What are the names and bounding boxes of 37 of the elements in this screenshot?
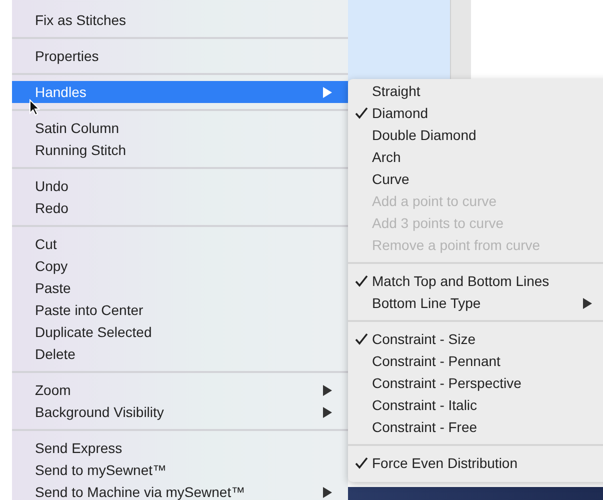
menu-item[interactable]: Running Stitch — [12, 139, 348, 161]
submenu-arrow-icon — [323, 486, 332, 498]
menu-item[interactable]: Cut — [12, 233, 348, 255]
menu-item[interactable]: Copy — [12, 255, 348, 277]
menu-item[interactable]: Paste — [12, 277, 348, 299]
menu-item[interactable]: Background Visibility — [12, 401, 348, 423]
menu-item[interactable]: Match Top and Bottom Lines — [348, 270, 603, 292]
submenu-arrow-icon — [583, 298, 592, 308]
submenu-arrow-icon — [323, 86, 332, 98]
menu-item[interactable]: Constraint - Italic — [348, 394, 603, 416]
menu-item[interactable]: Undo — [12, 175, 348, 197]
menu-item[interactable]: Double Diamond — [348, 124, 603, 146]
menu-item[interactable]: Duplicate Selected — [12, 321, 348, 343]
menu-item[interactable]: Force Even Distribution — [348, 452, 603, 474]
menu-item[interactable]: Send to Machine via mySewnet™ — [12, 481, 348, 500]
menu-item[interactable]: Constraint - Pennant — [348, 350, 603, 372]
menu-item[interactable]: Send to mySewnet™ — [12, 459, 348, 481]
menu-item[interactable]: Properties — [12, 45, 348, 67]
menu-item[interactable]: Bottom Line Type — [348, 292, 603, 314]
menu-item[interactable]: Fix as Stitches — [12, 9, 348, 31]
menu-item[interactable]: Constraint - Perspective — [348, 372, 603, 394]
menu-item[interactable]: Constraint - Free — [348, 416, 603, 438]
submenu-arrow-icon — [323, 406, 332, 418]
menu-item[interactable]: Satin Column — [12, 117, 348, 139]
menu-item[interactable]: Diamond — [348, 102, 603, 124]
menu-item[interactable]: Delete — [12, 343, 348, 365]
menu-item[interactable]: Arch — [348, 146, 603, 168]
menu-item[interactable]: Redo — [12, 197, 348, 219]
menu-item[interactable]: Send Express — [12, 437, 348, 459]
menu-item[interactable]: Paste into Center — [12, 299, 348, 321]
menu-item[interactable]: Handles — [12, 81, 348, 103]
menu-item[interactable]: Constraint - Size — [348, 328, 603, 350]
menu-item[interactable]: Straight — [348, 80, 603, 102]
menu-item[interactable]: Zoom — [12, 379, 348, 401]
menu-item[interactable]: Curve — [348, 168, 603, 190]
submenu-arrow-icon — [323, 384, 332, 396]
mouse-pointer-icon — [29, 99, 40, 116]
